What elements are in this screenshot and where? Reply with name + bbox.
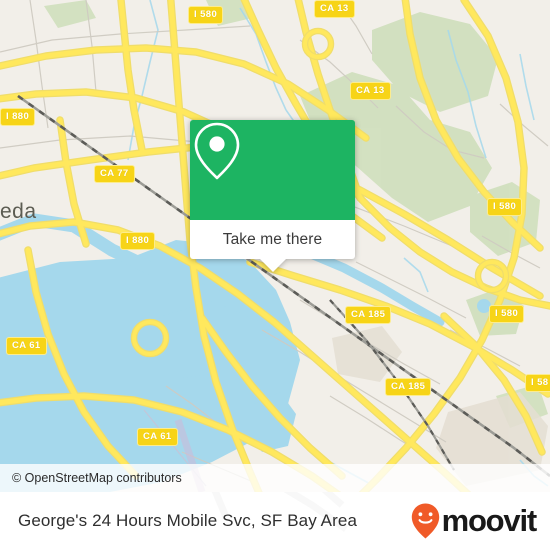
popup-footer[interactable]: Take me there bbox=[190, 220, 355, 272]
attribution-text[interactable]: © OpenStreetMap contributors bbox=[12, 471, 182, 485]
road-shield: CA 61 bbox=[6, 337, 47, 355]
road-shield: CA 185 bbox=[345, 306, 392, 324]
road-shield: I 580 bbox=[188, 6, 224, 24]
road-shield: CA 77 bbox=[94, 165, 135, 183]
map-canvas[interactable]: I 580 CA 13 CA 13 I 880 CA 77 I 580 I 880 CA 18… bbox=[0, 0, 550, 492]
bottom-info-bar: George's 24 Hours Mobile Svc, SF Bay Are… bbox=[0, 492, 550, 550]
road-shield: CA 13 bbox=[314, 0, 355, 18]
popup-tail bbox=[259, 259, 286, 272]
road-shield: CA 185 bbox=[385, 378, 432, 396]
moovit-wordmark: moovit bbox=[441, 503, 538, 538]
place-label: eda bbox=[0, 200, 37, 223]
road-shield: I 580 bbox=[487, 198, 523, 216]
destination-popup[interactable]: Take me there bbox=[190, 120, 355, 272]
map-screen: I 580 CA 13 CA 13 I 880 CA 77 I 580 I 880 CA 18… bbox=[0, 0, 550, 550]
road-shield: CA 13 bbox=[350, 82, 391, 100]
moovit-pin-smiley-icon bbox=[411, 503, 439, 539]
road-shield: I 580 bbox=[489, 305, 525, 323]
road-shield: I 58 bbox=[525, 374, 550, 392]
take-me-there-label: Take me there bbox=[222, 230, 323, 248]
road-shield: I 880 bbox=[120, 232, 156, 250]
popup-header bbox=[190, 120, 355, 220]
moovit-logo[interactable]: moovit bbox=[410, 502, 538, 540]
place-title: George's 24 Hours Mobile Svc, SF Bay Are… bbox=[18, 511, 357, 530]
map-pin-icon bbox=[194, 122, 240, 180]
road-shield: CA 61 bbox=[137, 428, 178, 446]
map-attribution-bar: © OpenStreetMap contributors bbox=[0, 464, 550, 492]
road-shield: I 880 bbox=[0, 108, 36, 126]
